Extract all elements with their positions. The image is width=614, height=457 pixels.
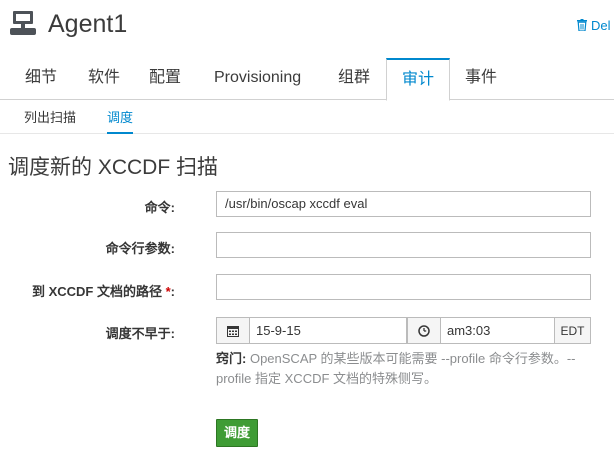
schedule-button[interactable]: 调度 — [216, 419, 258, 447]
path-label: 到 XCCDF 文档的路径 *: — [32, 281, 175, 300]
subtab-list-scans[interactable]: 列出扫描 — [24, 107, 76, 134]
tab-configuration[interactable]: 配置 — [134, 58, 196, 100]
time-input[interactable]: am3:03 — [441, 317, 555, 344]
page-header: Agent1 Del — [0, 0, 614, 52]
sub-tabs: 列出扫描 调度 — [0, 101, 614, 134]
clock-button[interactable] — [407, 317, 441, 344]
subtab-schedule[interactable]: 调度 — [107, 107, 134, 134]
date-input[interactable]: 15-9-15 — [250, 317, 407, 344]
main-tabs: 细节 软件 配置 Provisioning 组群 审计 事件 — [0, 58, 614, 101]
command-input[interactable]: /usr/bin/oscap xccdf eval — [216, 191, 591, 217]
tab-provisioning[interactable]: Provisioning — [199, 58, 316, 100]
calendar-button[interactable] — [216, 317, 250, 344]
hint-text: 窍门: OpenSCAP 的某些版本可能需要 --profile 命令行参数。-… — [216, 349, 591, 389]
tab-audit[interactable]: 审计 — [386, 58, 451, 101]
path-input[interactable] — [216, 274, 591, 300]
tab-software[interactable]: 软件 — [73, 58, 135, 100]
clock-icon — [418, 324, 430, 337]
page-title: Agent1 — [48, 10, 128, 38]
hint-label: 窍门: — [216, 351, 247, 366]
command-label: 命令: — [144, 200, 175, 215]
datetime-picker: 15-9-15 am3:03 EDT — [216, 317, 591, 344]
not-before-label: 调度不早于: — [105, 326, 175, 341]
params-input[interactable] — [216, 232, 591, 258]
tab-groups[interactable]: 组群 — [323, 58, 385, 100]
trash-icon — [577, 19, 587, 31]
delete-system-link[interactable]: Del — [577, 18, 611, 33]
tab-events[interactable]: 事件 — [450, 58, 512, 100]
calendar-icon — [227, 325, 239, 337]
delete-label: Del — [591, 18, 611, 33]
form-title: 调度新的 XCCDF 扫描 — [8, 156, 218, 179]
system-icon — [10, 11, 36, 35]
params-label: 命令行参数: — [105, 241, 175, 256]
timezone-label: EDT — [554, 317, 591, 344]
path-label-colon: : — [170, 284, 175, 299]
path-label-text: 到 XCCDF 文档的路径 — [31, 284, 162, 299]
tab-details[interactable]: 细节 — [10, 58, 72, 100]
hint-body: OpenSCAP 的某些版本可能需要 --profile 命令行参数。--pro… — [216, 351, 576, 386]
